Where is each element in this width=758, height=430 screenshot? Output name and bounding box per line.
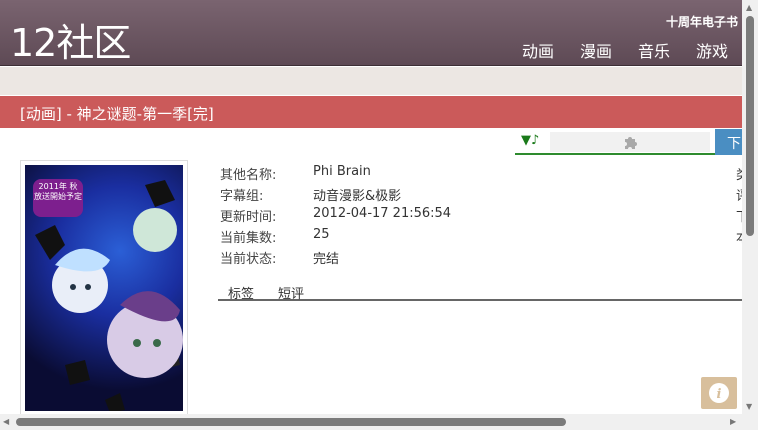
nav-anime[interactable]: 动画: [522, 38, 554, 62]
tab-tags[interactable]: 标签: [228, 283, 254, 302]
info-button[interactable]: i: [701, 377, 737, 409]
site-header: 12社区 十周年电子书 动画 漫画 音乐 游戏: [0, 0, 742, 66]
anniversary-link[interactable]: 十周年电子书: [666, 13, 738, 30]
nav-music[interactable]: 音乐: [638, 38, 670, 62]
scroll-right-icon[interactable]: ▶: [730, 417, 736, 426]
vertical-scrollbar[interactable]: ▲ ▼: [742, 0, 758, 414]
horizontal-scroll-thumb[interactable]: [16, 418, 566, 426]
cover-badge: 2011年 秋 放送開始予定: [33, 179, 83, 217]
scroll-up-icon[interactable]: ▲: [746, 3, 752, 12]
scroll-left-icon[interactable]: ◀: [3, 417, 9, 426]
tab-reviews[interactable]: 短评: [278, 283, 304, 302]
nav-games[interactable]: 游戏: [696, 38, 728, 62]
svg-text:i: i: [717, 387, 722, 402]
site-logo[interactable]: 12社区: [10, 12, 131, 67]
plugin-placeholder[interactable]: [550, 132, 710, 152]
info-panel: 其他名称: Phi Brain 字幕组: 动音漫影&极影 更新时间: 2012-…: [220, 164, 451, 269]
vertical-scroll-thumb[interactable]: [746, 16, 754, 236]
subnav-bar: [0, 67, 742, 95]
music-play-icon[interactable]: ▼♪: [521, 133, 539, 148]
cover-image: 2011年 秋 放送開始予定: [20, 160, 188, 416]
info-row-status: 当前状态: 完结: [220, 252, 340, 267]
main-nav: 动画 漫画 音乐 游戏: [496, 38, 728, 62]
info-row-subgroup: 字幕组: 动音漫影&极影: [220, 189, 402, 204]
download-button[interactable]: 下载: [715, 129, 742, 155]
detail-tabs: 标签 短评: [218, 282, 742, 302]
nav-manga[interactable]: 漫画: [580, 38, 612, 62]
info-row-episodes: 当前集数: 25: [220, 227, 330, 246]
media-player: ▼♪: [515, 129, 715, 155]
info-icon: i: [709, 383, 729, 403]
cover-artwork: 2011年 秋 放送開始予定: [25, 165, 183, 411]
info-row-alias: 其他名称: Phi Brain: [220, 164, 371, 183]
title-bar: [动画] - 神之谜题-第一季[完]: [0, 96, 742, 128]
scroll-down-icon[interactable]: ▼: [746, 402, 752, 411]
horizontal-scrollbar[interactable]: ◀ ▶: [0, 414, 758, 430]
info-row-updated: 更新时间: 2012-04-17 21:56:54: [220, 206, 452, 225]
puzzle-icon: [625, 137, 637, 149]
page-title: [动画] - 神之谜题-第一季[完]: [20, 105, 214, 123]
